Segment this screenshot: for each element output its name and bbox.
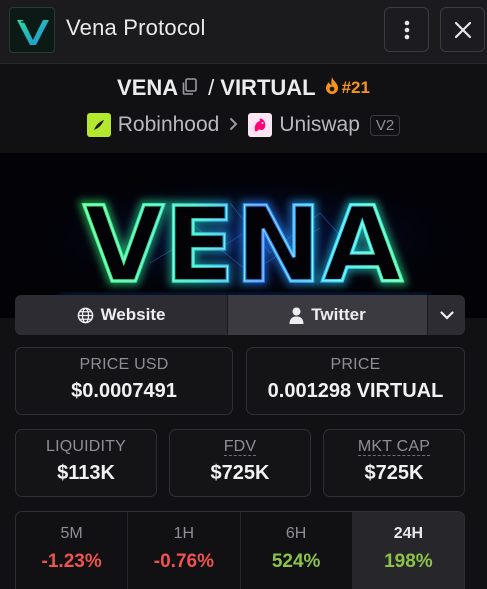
- svg-text:VENA: VENA: [83, 184, 402, 306]
- stat-label: FDV: [223, 438, 257, 456]
- close-button[interactable]: [440, 7, 485, 52]
- website-label: Website: [100, 305, 166, 324]
- social-links-bar: Website Twitter: [15, 295, 465, 335]
- pair-separator: /: [208, 75, 215, 101]
- pair-title: VENA / VIRTUAL #21: [0, 74, 487, 101]
- dex-name[interactable]: Uniswap: [279, 113, 360, 137]
- price-change-value: -1.23%: [41, 551, 102, 572]
- tab-24h[interactable]: 24H 198%: [352, 512, 464, 589]
- timeframe-label: 6H: [285, 525, 307, 542]
- price-change-tabs: 5M -1.23% 1H -0.76% 6H 524% 24H 198%: [15, 511, 465, 589]
- chain-name[interactable]: Robinhood: [118, 113, 220, 137]
- twitter-label: Twitter: [311, 305, 366, 324]
- stat-value: $725K: [364, 462, 424, 484]
- stat-value: $113K: [57, 462, 115, 484]
- stat-value: 0.001298 VIRTUAL: [267, 380, 444, 402]
- uniswap-unicorn-icon: [248, 113, 273, 137]
- stat-liquidity: LIQUIDITY $113K: [15, 429, 157, 497]
- fire-icon: [324, 75, 340, 101]
- price-change-value: 198%: [384, 551, 433, 572]
- stat-label: PRICE: [330, 356, 381, 373]
- user-icon: [289, 307, 304, 324]
- stat-label: MKT CAP: [357, 438, 431, 456]
- vena-logo-icon: [17, 20, 49, 45]
- stat-label: LIQUIDITY: [45, 438, 127, 455]
- base-token-symbol: VENA: [117, 75, 179, 101]
- quote-token-symbol: VIRTUAL: [220, 75, 316, 101]
- app-title: Vena Protocol: [66, 15, 206, 40]
- vertical-dots-icon: [404, 20, 409, 39]
- timeframe-label: 24H: [393, 525, 424, 542]
- timeframe-label: 5M: [60, 525, 83, 542]
- website-button[interactable]: Website: [15, 295, 228, 335]
- vena-neon-banner: VENA VENA VENA: [0, 153, 487, 318]
- tab-5m[interactable]: 5M -1.23%: [16, 512, 129, 589]
- chevron-right-icon: [229, 115, 238, 136]
- token-banner-image: VENA VENA VENA: [0, 153, 487, 318]
- robinhood-chain-icon: [86, 113, 111, 137]
- globe-icon: [77, 307, 93, 323]
- timeframe-label: 1H: [173, 525, 195, 542]
- stat-value: $725K: [210, 462, 270, 484]
- tab-1h[interactable]: 1H -0.76%: [128, 512, 241, 589]
- price-change-value: 524%: [271, 551, 321, 572]
- more-links-dropdown[interactable]: [427, 295, 465, 335]
- stat-label: PRICE USD: [79, 356, 169, 373]
- copy-address-icon[interactable]: [182, 75, 197, 101]
- close-icon: [454, 21, 471, 38]
- twitter-button[interactable]: Twitter: [228, 295, 427, 335]
- stat-mkt-cap[interactable]: MKT CAP $725K: [323, 429, 465, 497]
- stat-price-usd: PRICE USD $0.0007491: [15, 347, 233, 415]
- stat-fdv[interactable]: FDV $725K: [169, 429, 311, 497]
- chevron-down-icon: [439, 310, 454, 320]
- token-logo: [9, 7, 55, 53]
- chain-dex-route: Robinhood Uniswap V2: [0, 111, 487, 139]
- trending-rank[interactable]: #21: [342, 78, 370, 97]
- price-change-value: -0.76%: [153, 551, 214, 572]
- dex-version-badge: V2: [369, 114, 401, 136]
- tab-6h[interactable]: 6H 524%: [241, 512, 353, 589]
- top-bar: Vena Protocol: [0, 0, 487, 64]
- stat-value: $0.0007491: [71, 380, 177, 402]
- more-menu-button[interactable]: [384, 7, 429, 52]
- stat-price-native: PRICE 0.001298 VIRTUAL: [246, 347, 465, 415]
